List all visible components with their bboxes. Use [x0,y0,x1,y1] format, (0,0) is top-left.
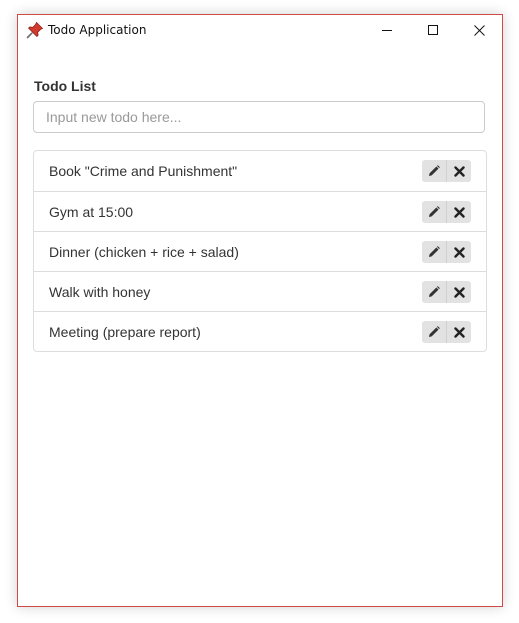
todo-item-actions [422,281,471,303]
todo-item: Book "Crime and Punishment" [34,151,486,191]
edit-button[interactable] [422,241,447,263]
cross-icon [453,286,465,298]
cross-icon [453,246,465,258]
todo-item-actions [422,160,471,182]
minimize-icon [382,30,392,31]
window-title: Todo Application [48,23,147,37]
pencil-icon [429,326,440,337]
new-todo-input[interactable] [33,101,485,133]
delete-button[interactable] [447,281,471,303]
todo-item: Dinner (chicken + rice + salad) [34,231,486,271]
todo-item-label: Walk with honey [49,284,151,300]
todo-item: Walk with honey [34,271,486,311]
maximize-button[interactable] [410,15,456,45]
todo-item: Meeting (prepare report) [34,311,486,351]
delete-button[interactable] [447,241,471,263]
edit-button[interactable] [422,160,447,182]
cross-icon [453,206,465,218]
delete-button[interactable] [447,201,471,223]
edit-button[interactable] [422,321,447,343]
todo-item-label: Book "Crime and Punishment" [49,163,238,179]
delete-button[interactable] [447,321,471,343]
pencil-icon [429,206,440,217]
close-button[interactable] [456,15,502,45]
todo-item-label: Gym at 15:00 [49,204,134,220]
main-content: Todo List Book "Crime and Punishment" [18,45,502,606]
title-bar[interactable]: Todo Application [18,15,502,45]
maximize-icon [428,25,438,35]
delete-button[interactable] [447,160,471,182]
desktop: Todo Application Todo List Input new tod… [0,0,519,623]
cross-icon [453,326,465,338]
todo-item-actions [422,201,471,223]
close-icon [473,24,485,36]
pushpin-icon [26,21,44,39]
edit-button[interactable] [422,201,447,223]
todo-item-label: Dinner (chicken + rice + salad) [49,244,239,260]
todo-list: Book "Crime and Punishment" Gym at 15:00… [33,150,487,352]
page-title: Todo List [34,78,96,94]
edit-button[interactable] [422,281,447,303]
app-window: Todo Application Todo List Input new tod… [17,14,503,607]
pencil-icon [429,286,440,297]
cross-icon [453,165,465,177]
todo-item-label: Meeting (prepare report) [49,324,201,340]
todo-item-actions [422,241,471,263]
minimize-button[interactable] [364,15,410,45]
todo-item-actions [422,321,471,343]
todo-item: Gym at 15:00 [34,191,486,231]
pencil-icon [429,246,440,257]
pencil-icon [429,165,440,176]
